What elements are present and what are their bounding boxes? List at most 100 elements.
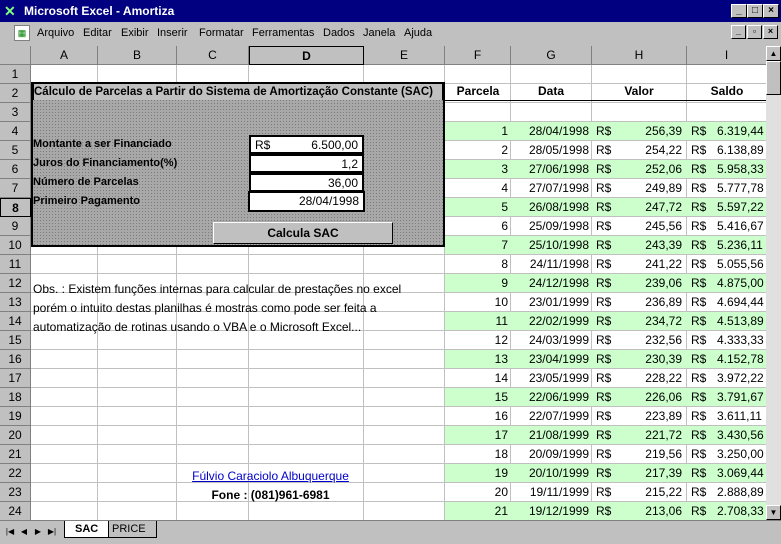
parcela-cell[interactable]: 3 — [446, 160, 508, 179]
valor-cell[interactable]: 252,06 — [620, 160, 682, 179]
valor-currency-cell[interactable]: R$ — [596, 312, 620, 331]
valor-cell[interactable]: 217,39 — [620, 464, 682, 483]
row-header-22[interactable]: 22 — [0, 464, 31, 483]
col-header-b[interactable]: B — [98, 46, 177, 65]
valor-cell[interactable]: 256,39 — [620, 122, 682, 141]
valor-cell[interactable]: 247,72 — [620, 198, 682, 217]
menu-formatar[interactable]: Formatar — [199, 27, 244, 39]
valor-currency-cell[interactable]: R$ — [596, 179, 620, 198]
col-header-d[interactable]: D — [249, 46, 364, 65]
saldo-currency-cell[interactable]: R$ — [691, 464, 715, 483]
parcela-cell[interactable]: 5 — [446, 198, 508, 217]
valor-cell[interactable]: 241,22 — [620, 255, 682, 274]
valor-cell[interactable]: 230,39 — [620, 350, 682, 369]
valor-currency-cell[interactable]: R$ — [596, 141, 620, 160]
row-header-7[interactable]: 7 — [0, 179, 31, 198]
col-header-c[interactable]: C — [177, 46, 249, 65]
parcela-cell[interactable]: 15 — [446, 388, 508, 407]
tab-price[interactable]: PRICE — [102, 521, 157, 538]
parcelas-field[interactable]: 36,00 — [249, 173, 364, 192]
data-cell[interactable]: 22/02/1999 — [511, 312, 589, 331]
col-header-a[interactable]: A — [31, 46, 98, 65]
saldo-currency-cell[interactable]: R$ — [691, 141, 715, 160]
saldo-currency-cell[interactable]: R$ — [691, 236, 715, 255]
col-header-e[interactable]: E — [364, 46, 445, 65]
saldo-currency-cell[interactable]: R$ — [691, 369, 715, 388]
row-header-3[interactable]: 3 — [0, 103, 31, 122]
calcula-sac-button[interactable]: Calcula SAC — [213, 222, 393, 244]
valor-currency-cell[interactable]: R$ — [596, 122, 620, 141]
saldo-cell[interactable]: 3.069,44 — [717, 464, 766, 483]
saldo-currency-cell[interactable]: R$ — [691, 483, 715, 502]
data-cell[interactable]: 28/05/1998 — [511, 141, 589, 160]
row-header-24[interactable]: 24 — [0, 502, 31, 520]
parcela-cell[interactable]: 20 — [446, 483, 508, 502]
valor-cell[interactable]: 226,06 — [620, 388, 682, 407]
valor-cell[interactable]: 236,89 — [620, 293, 682, 312]
saldo-currency-cell[interactable]: R$ — [691, 388, 715, 407]
valor-cell[interactable]: 232,56 — [620, 331, 682, 350]
data-cell[interactable]: 24/12/1998 — [511, 274, 589, 293]
menu-ferramentas[interactable]: Ferramentas — [252, 27, 314, 39]
parcela-cell[interactable]: 4 — [446, 179, 508, 198]
parcela-cell[interactable]: 7 — [446, 236, 508, 255]
data-cell[interactable]: 23/01/1999 — [511, 293, 589, 312]
menu-exibir[interactable]: Exibir — [121, 27, 149, 39]
col-header-i[interactable]: I — [687, 46, 766, 65]
valor-cell[interactable]: 221,72 — [620, 426, 682, 445]
saldo-cell[interactable]: 5.958,33 — [717, 160, 766, 179]
data-cell[interactable]: 23/05/1999 — [511, 369, 589, 388]
parcela-cell[interactable]: 8 — [446, 255, 508, 274]
saldo-cell[interactable]: 5.777,78 — [717, 179, 766, 198]
select-all-corner[interactable] — [0, 46, 31, 65]
saldo-cell[interactable]: 6.138,89 — [717, 141, 766, 160]
valor-currency-cell[interactable]: R$ — [596, 198, 620, 217]
valor-currency-cell[interactable]: R$ — [596, 369, 620, 388]
vertical-scrollbar[interactable]: ▲ ▼ — [766, 46, 781, 520]
saldo-cell[interactable]: 5.236,11 — [717, 236, 766, 255]
data-cell[interactable]: 28/04/1998 — [511, 122, 589, 141]
parcela-cell[interactable]: 13 — [446, 350, 508, 369]
saldo-cell[interactable]: 4.152,78 — [717, 350, 766, 369]
saldo-cell[interactable]: 4.875,00 — [717, 274, 766, 293]
data-cell[interactable]: 23/04/1999 — [511, 350, 589, 369]
valor-cell[interactable]: 245,56 — [620, 217, 682, 236]
saldo-cell[interactable]: 6.319,44 — [717, 122, 766, 141]
col-header-h[interactable]: H — [592, 46, 687, 65]
valor-cell[interactable]: 223,89 — [620, 407, 682, 426]
scroll-down-arrow-icon[interactable]: ▼ — [766, 505, 781, 520]
saldo-currency-cell[interactable]: R$ — [691, 426, 715, 445]
valor-currency-cell[interactable]: R$ — [596, 388, 620, 407]
workbook-icon[interactable]: ▦ — [14, 25, 30, 41]
saldo-cell[interactable]: 2.708,33 — [717, 502, 766, 520]
valor-currency-cell[interactable]: R$ — [596, 502, 620, 520]
valor-currency-cell[interactable]: R$ — [596, 445, 620, 464]
valor-cell[interactable]: 219,56 — [620, 445, 682, 464]
saldo-currency-cell[interactable]: R$ — [691, 350, 715, 369]
next-sheet-icon[interactable]: ▶ — [32, 525, 44, 538]
valor-currency-cell[interactable]: R$ — [596, 217, 620, 236]
valor-cell[interactable]: 234,72 — [620, 312, 682, 331]
row-header-8[interactable]: 8 — [0, 198, 31, 217]
row-header-23[interactable]: 23 — [0, 483, 31, 502]
valor-cell[interactable]: 254,22 — [620, 141, 682, 160]
saldo-cell[interactable]: 5.416,67 — [717, 217, 766, 236]
scroll-thumb[interactable] — [766, 61, 781, 95]
last-sheet-icon[interactable]: ▶| — [46, 525, 58, 538]
parcela-cell[interactable]: 10 — [446, 293, 508, 312]
parcela-cell[interactable]: 12 — [446, 331, 508, 350]
doc-restore-button[interactable]: ▫ — [747, 25, 762, 39]
saldo-currency-cell[interactable]: R$ — [691, 122, 715, 141]
valor-currency-cell[interactable]: R$ — [596, 160, 620, 179]
saldo-cell[interactable]: 3.430,56 — [717, 426, 766, 445]
saldo-cell[interactable]: 3.250,00 — [717, 445, 766, 464]
first-sheet-icon[interactable]: |◀ — [4, 525, 16, 538]
data-cell[interactable]: 21/08/1999 — [511, 426, 589, 445]
data-cell[interactable]: 24/11/1998 — [511, 255, 589, 274]
row-header-15[interactable]: 15 — [0, 331, 31, 350]
data-cell[interactable]: 20/10/1999 — [511, 464, 589, 483]
saldo-currency-cell[interactable]: R$ — [691, 312, 715, 331]
row-header-14[interactable]: 14 — [0, 312, 31, 331]
valor-currency-cell[interactable]: R$ — [596, 407, 620, 426]
data-cell[interactable]: 24/03/1999 — [511, 331, 589, 350]
